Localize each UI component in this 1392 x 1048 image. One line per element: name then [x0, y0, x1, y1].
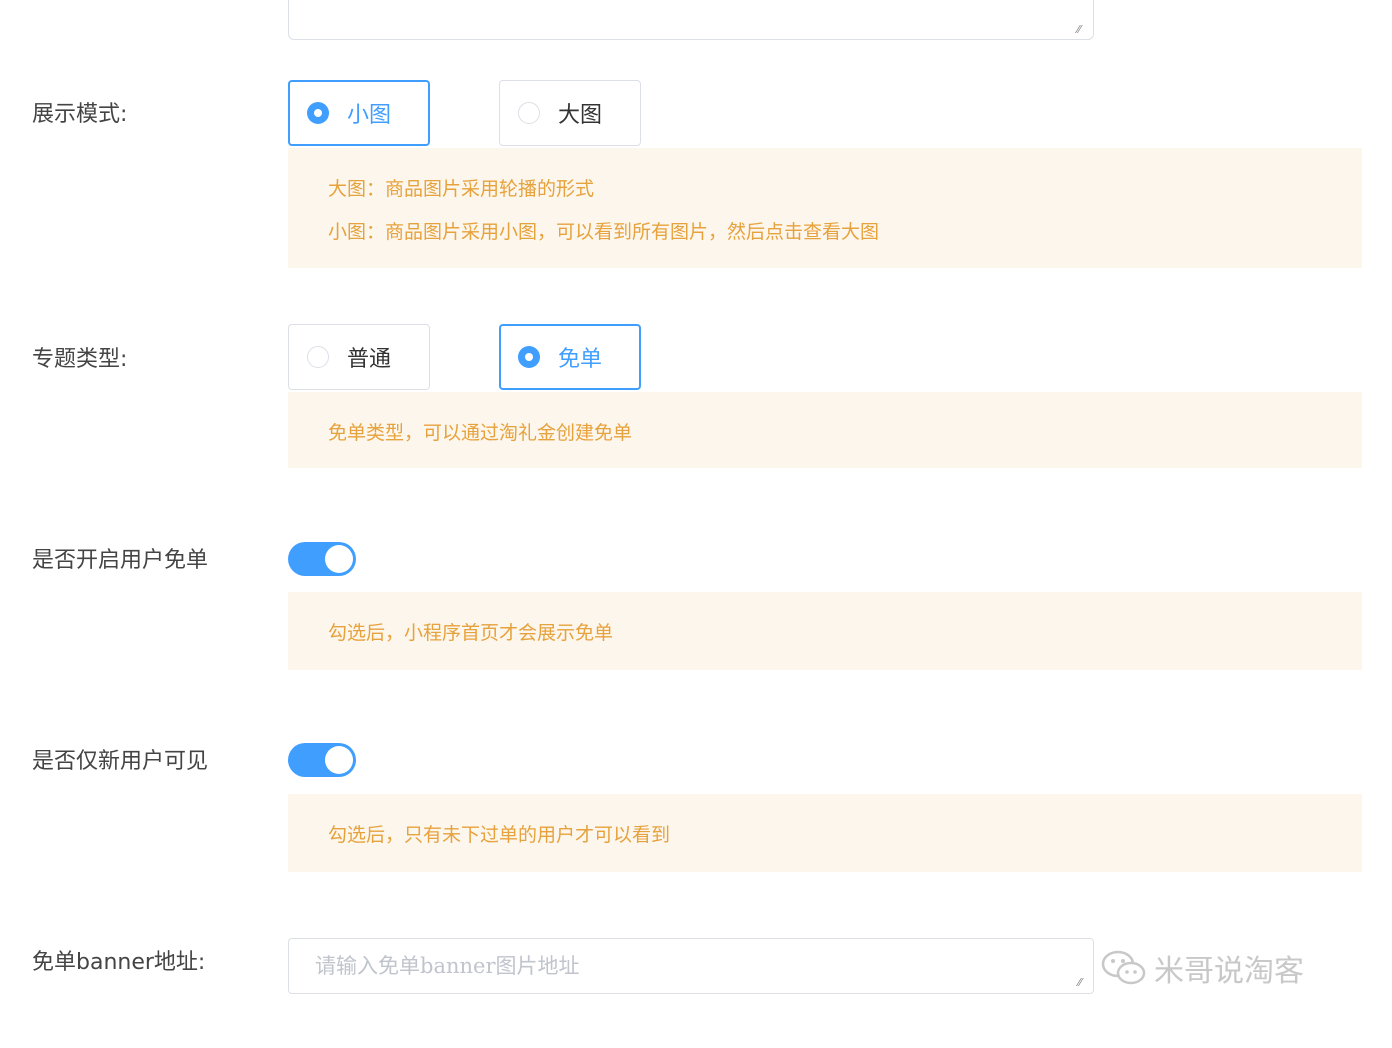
tip-line: 勾选后，只有未下过单的用户才可以看到: [328, 824, 671, 846]
new-user-only-label: 是否仅新用户可见: [32, 749, 209, 774]
display-mode-label: 展示模式:: [32, 102, 128, 127]
enable-free-order-label: 是否开启用户免单: [32, 548, 209, 573]
banner-url-label: 免单banner地址:: [32, 950, 206, 975]
enable-free-order-tip: 勾选后，小程序首页才会展示免单: [288, 592, 1362, 670]
resize-grip-icon[interactable]: ⁄⁄: [1077, 24, 1089, 36]
radio-small-image[interactable]: 小图: [288, 80, 430, 146]
topic-type-label: 专题类型:: [32, 347, 128, 372]
tip-line: 免单类型，可以通过淘礼金创建免单: [328, 422, 633, 444]
radio-indicator-icon: [307, 346, 329, 368]
display-mode-tip: 大图：商品图片采用轮播的形式 小图：商品图片采用小图，可以看到所有图片，然后点击…: [288, 148, 1362, 268]
radio-normal[interactable]: 普通: [288, 324, 430, 390]
enable-free-order-switch[interactable]: [288, 542, 356, 576]
new-user-only-tip: 勾选后，只有未下过单的用户才可以看到: [288, 794, 1362, 872]
radio-large-image[interactable]: 大图: [499, 80, 641, 146]
tip-line: 小图：商品图片采用小图，可以看到所有图片，然后点击查看大图: [328, 221, 880, 243]
radio-normal-label: 普通: [347, 347, 392, 372]
radio-indicator-icon: [518, 346, 540, 368]
banner-url-input[interactable]: [288, 938, 1094, 994]
wechat-icon: [1101, 950, 1146, 985]
tip-line: 勾选后，小程序首页才会展示免单: [328, 622, 614, 644]
switch-knob: [325, 545, 353, 573]
new-user-only-switch[interactable]: [288, 743, 356, 777]
form-page: ⁄⁄ 展示模式: 小图 大图 大图：商品图片采用轮播的形式 小图：商品图片采用小…: [0, 0, 1392, 1048]
radio-free-order-label: 免单: [558, 347, 603, 372]
radio-large-image-label: 大图: [558, 103, 603, 128]
switch-knob: [325, 746, 353, 774]
resize-grip-icon[interactable]: ⁄⁄: [1078, 976, 1082, 989]
radio-free-order[interactable]: 免单: [499, 324, 641, 390]
watermark: 米哥说淘客: [1100, 946, 1304, 990]
tip-line: 大图：商品图片采用轮播的形式: [328, 178, 595, 200]
radio-indicator-icon: [518, 102, 540, 124]
topic-type-tip: 免单类型，可以通过淘礼金创建免单: [288, 392, 1362, 468]
radio-small-image-label: 小图: [347, 103, 392, 128]
watermark-text: 米哥说淘客: [1154, 954, 1304, 989]
radio-indicator-icon: [307, 102, 329, 124]
description-textarea[interactable]: ⁄⁄: [288, 0, 1094, 40]
